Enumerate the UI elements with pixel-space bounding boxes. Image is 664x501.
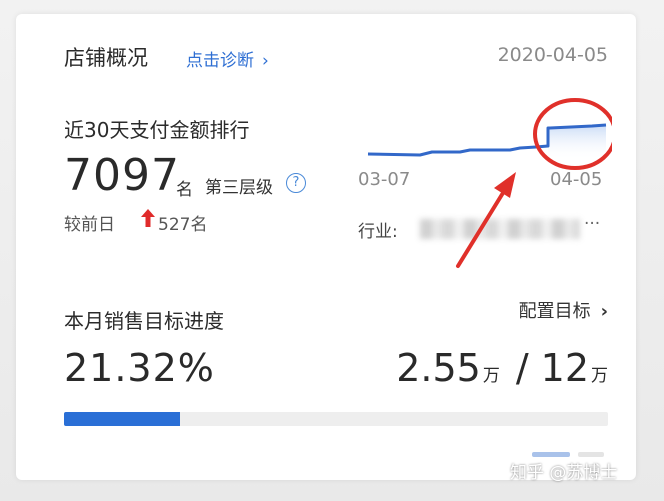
industry-name-redacted bbox=[420, 219, 580, 239]
target-progress-fill bbox=[64, 412, 180, 426]
achieved-unit: 万 bbox=[482, 366, 500, 386]
amount-separator: / bbox=[515, 346, 529, 390]
chevron-right-icon: › bbox=[600, 301, 608, 322]
report-date: 2020-04-05 bbox=[497, 44, 608, 66]
sparkline-area bbox=[548, 125, 606, 160]
target-percent: 21.32% bbox=[64, 346, 215, 390]
target-title: 本月销售目标进度 bbox=[64, 309, 224, 333]
watermark: 知乎 @苏博士 bbox=[510, 463, 618, 483]
configure-target-link[interactable]: 配置目标 › bbox=[519, 297, 608, 323]
axis-start-label: 03-07 bbox=[358, 169, 411, 190]
ranking-unit: 名 bbox=[176, 180, 193, 200]
industry-ellipsis: ··· bbox=[584, 214, 601, 234]
store-overview-card: 店铺概况 点击诊断 › 2020-04-05 近30天支付金额排行 7097 名 … bbox=[16, 14, 636, 480]
card-title: 店铺概况 bbox=[64, 46, 148, 70]
diagnose-link[interactable]: 点击诊断 › bbox=[186, 46, 269, 71]
target-amount: 2.55 万/12 万 bbox=[396, 346, 608, 390]
industry-label: 行业: bbox=[358, 222, 398, 242]
target-progress-bar bbox=[64, 412, 608, 426]
goal-value: 12 bbox=[540, 346, 589, 390]
arrow-up-icon bbox=[141, 209, 155, 227]
ranking-title: 近30天支付金额排行 bbox=[64, 118, 250, 142]
axis-end-label: 04-05 bbox=[550, 169, 603, 190]
carousel-indicator[interactable] bbox=[578, 452, 604, 457]
ranking-tier: 第三层级 bbox=[205, 178, 273, 198]
carousel-indicator-active[interactable] bbox=[532, 452, 570, 457]
help-icon[interactable]: ? bbox=[286, 173, 306, 193]
diagnose-link-label[interactable]: 点击诊断 bbox=[186, 51, 254, 71]
goal-unit: 万 bbox=[591, 366, 608, 386]
chevron-right-icon: › bbox=[262, 51, 269, 71]
compare-value: 527名 bbox=[158, 215, 208, 235]
ranking-value: 7097 bbox=[64, 150, 180, 201]
compare-label: 较前日 bbox=[64, 215, 115, 235]
achieved-value: 2.55 bbox=[396, 346, 481, 390]
screenshot-frame: 店铺概况 点击诊断 › 2020-04-05 近30天支付金额排行 7097 名 … bbox=[0, 0, 664, 501]
configure-target-label[interactable]: 配置目标 bbox=[519, 301, 591, 322]
